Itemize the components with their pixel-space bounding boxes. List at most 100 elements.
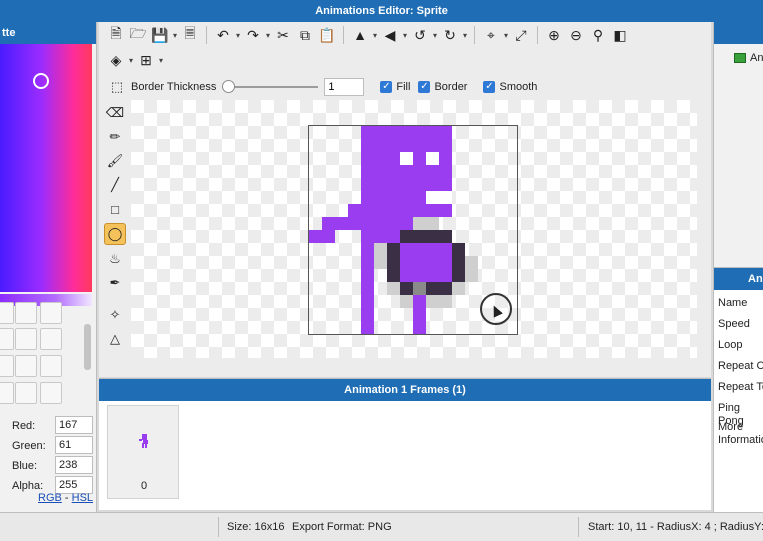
property-speed[interactable]: Speed <box>718 318 763 331</box>
sprite-pixel[interactable] <box>400 178 413 191</box>
sprite-pixel[interactable] <box>439 165 452 178</box>
sprite-pixel[interactable] <box>361 204 374 217</box>
save-dropdown-icon[interactable]: ▾ <box>171 31 179 40</box>
rotate-left-icon[interactable]: ↺ <box>409 24 431 46</box>
sprite-pixel[interactable] <box>400 204 413 217</box>
ellipse-smooth-pixel[interactable] <box>426 295 439 308</box>
selection-icon[interactable]: ⬚ <box>109 76 125 98</box>
sprite-pixel[interactable] <box>335 217 348 230</box>
sprite-pixel[interactable] <box>387 152 400 165</box>
sprite-pixel[interactable] <box>361 230 374 243</box>
border-checkbox[interactable]: ✓ <box>418 81 431 93</box>
sprite-pixel[interactable] <box>413 165 426 178</box>
ellipse-border-pixel[interactable] <box>439 230 452 243</box>
sprite-eye[interactable] <box>400 152 413 165</box>
paste-icon[interactable]: 📋 <box>316 24 338 46</box>
property-repeat-to[interactable]: Repeat To <box>718 381 763 394</box>
copy-icon[interactable]: ⧉ <box>294 24 316 46</box>
ellipse-fill-pixel[interactable] <box>426 243 439 256</box>
sprite-pixel[interactable] <box>348 217 361 230</box>
border-option[interactable]: ✓ Border <box>418 81 467 93</box>
sprite-pixel[interactable] <box>322 230 335 243</box>
sprite-pixel[interactable] <box>400 191 413 204</box>
ellipse-border-pixel[interactable] <box>452 269 465 282</box>
rotate-left-dropdown-icon[interactable]: ▾ <box>431 31 439 40</box>
ellipse-border-pixel[interactable] <box>400 282 413 295</box>
ellipse-border-pixel[interactable] <box>426 230 439 243</box>
redo-dropdown-icon[interactable]: ▾ <box>264 31 272 40</box>
sprite-pixel[interactable] <box>361 152 374 165</box>
sprite-pixel[interactable] <box>361 282 374 295</box>
zoom-out-icon[interactable]: ⊖ <box>565 24 587 46</box>
flip-horizontal-dropdown-icon[interactable]: ▾ <box>371 31 379 40</box>
ellipse-border-pixel[interactable] <box>387 243 400 256</box>
rgb-link[interactable]: RGB <box>38 492 62 504</box>
ellipse-border-pixel[interactable] <box>426 282 439 295</box>
sprite-pixel[interactable] <box>361 256 374 269</box>
green-field[interactable]: 61 <box>55 436 93 454</box>
swatch[interactable] <box>0 328 14 350</box>
sprite-pixel[interactable] <box>439 139 452 152</box>
sprite-mouth[interactable] <box>426 191 439 204</box>
sprite-pixel[interactable] <box>413 126 426 139</box>
ellipse-fill-pixel[interactable] <box>439 269 452 282</box>
ellipse-border-pixel[interactable] <box>400 230 413 243</box>
swatch[interactable] <box>0 382 14 404</box>
nodes-icon[interactable]: △ <box>104 328 126 350</box>
sprite-pixel[interactable] <box>426 204 439 217</box>
ellipse-smooth-pixel[interactable] <box>452 282 465 295</box>
sprite-pixel[interactable] <box>387 191 400 204</box>
sprite-pixel[interactable] <box>413 295 426 308</box>
move-icon[interactable]: ✧ <box>104 304 126 326</box>
eyedropper-icon[interactable]: ✒ <box>104 272 126 294</box>
sprite-pixel[interactable] <box>426 139 439 152</box>
sprite-pixel[interactable] <box>374 191 387 204</box>
sprite-pixel[interactable] <box>413 321 426 334</box>
sprite-pixel[interactable] <box>426 165 439 178</box>
sprite-pixel[interactable] <box>387 165 400 178</box>
grid-icon[interactable]: ⊞ <box>135 49 157 71</box>
swatch[interactable] <box>15 302 37 324</box>
cut-icon[interactable]: ✂ <box>272 24 294 46</box>
frame-thumbnail[interactable]: 0 <box>107 405 179 499</box>
swatch[interactable] <box>0 302 14 324</box>
border-thickness-input[interactable] <box>324 78 365 96</box>
sprite-pixel[interactable] <box>309 230 322 243</box>
ellipse-border-pixel[interactable] <box>387 256 400 269</box>
sprite-pixel[interactable] <box>361 243 374 256</box>
swatch[interactable] <box>15 382 37 404</box>
grid-dropdown-icon[interactable]: ▾ <box>157 56 165 65</box>
sprite-pixel[interactable] <box>387 139 400 152</box>
sprite-pixel[interactable] <box>322 217 335 230</box>
sprite-pixel[interactable] <box>413 178 426 191</box>
sprite-pixel[interactable] <box>439 152 452 165</box>
ellipse-smooth-pixel[interactable] <box>465 269 478 282</box>
swatch[interactable] <box>40 302 62 324</box>
flip-vertical-dropdown-icon[interactable]: ▾ <box>401 31 409 40</box>
flip-horizontal-icon[interactable]: ▲ <box>349 24 371 46</box>
ellipse-smooth-pixel[interactable] <box>439 295 452 308</box>
ellipse-smooth-pixel[interactable] <box>374 256 387 269</box>
sprite-pixel[interactable] <box>439 204 452 217</box>
hsl-link[interactable]: HSL <box>72 492 93 504</box>
animation-list-item[interactable]: An <box>734 52 763 64</box>
sprite-pixel[interactable] <box>361 321 374 334</box>
sprite-pixel[interactable] <box>374 204 387 217</box>
brush-icon[interactable]: 🖌 <box>104 150 126 172</box>
sprite-pixel[interactable] <box>413 152 426 165</box>
property-more-information[interactable]: More Informatio <box>718 421 763 447</box>
sprite-pixel[interactable] <box>374 230 387 243</box>
ellipse-fill-pixel[interactable] <box>400 269 413 282</box>
sprite-mouth[interactable] <box>439 191 452 204</box>
sprite-pixel[interactable] <box>361 165 374 178</box>
redo-icon[interactable]: ↷ <box>242 24 264 46</box>
sprite-pixel[interactable] <box>361 269 374 282</box>
sprite-pixel[interactable] <box>400 165 413 178</box>
sprite-pixel[interactable] <box>387 217 400 230</box>
zoom-in-icon[interactable]: ⊕ <box>543 24 565 46</box>
red-field[interactable]: 167 <box>55 416 93 434</box>
ellipse-smooth-pixel[interactable] <box>465 256 478 269</box>
ellipse-fill-pixel[interactable] <box>413 256 426 269</box>
ellipse-fill-pixel[interactable] <box>426 256 439 269</box>
sprite-pixel[interactable] <box>413 308 426 321</box>
